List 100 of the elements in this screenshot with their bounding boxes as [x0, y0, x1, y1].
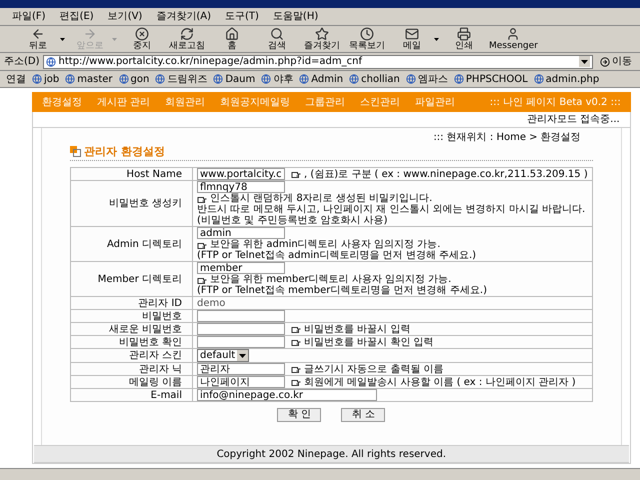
field-note: (FTP or Telnet접속 member디렉토리명을 먼저 변경해 주세요.): [197, 285, 487, 296]
printer-icon: [457, 27, 471, 41]
page-icon: [349, 74, 360, 84]
breadcrumb: ::: 현재위치 : Home > 환경설정: [433, 131, 581, 144]
form-button[interactable]: 확 인: [277, 408, 322, 422]
search-icon: [270, 27, 284, 41]
links-label: 연결: [6, 72, 26, 86]
heading-icon: [70, 146, 81, 157]
field-note: 글쓰기시 자동으로 출력될 이름: [304, 364, 444, 374]
page-icon: [65, 74, 76, 84]
brand-title: ::: 나인 페이지 Beta v0.2 :::: [490, 96, 621, 108]
toolbar-button[interactable]: 뒤로: [18, 27, 65, 51]
menu-item[interactable]: 파일(F): [12, 10, 46, 23]
address-label: 주소(D): [4, 55, 40, 68]
menu-item[interactable]: 즐겨찾기(A): [156, 10, 211, 23]
field-label: 비밀번호 확인: [118, 336, 182, 348]
field-note: 비밀번호를 바꿀시 입력: [304, 324, 410, 334]
mail-icon: [405, 27, 419, 41]
field-note: , (쉼표)로 구분 ( ex : www.ninepage.co.kr,211.53.209.15 ): [304, 168, 588, 180]
toolbar-button[interactable]: 새로고침: [167, 27, 207, 51]
link-item[interactable]: 드림위즈: [155, 72, 208, 86]
page-icon: [406, 74, 416, 84]
link-item[interactable]: chollian: [349, 72, 400, 86]
dropdown-arrow-icon: [581, 60, 588, 64]
skin-select[interactable]: default: [197, 349, 250, 362]
input-field[interactable]: [197, 336, 285, 348]
link-item[interactable]: admin.php: [534, 72, 600, 86]
toolbar-button[interactable]: 인쇄: [444, 27, 484, 51]
field-value: demo: [197, 298, 226, 308]
link-item[interactable]: 엠파스: [406, 72, 448, 86]
page-icon: [261, 74, 272, 84]
toolbar-button[interactable]: 즐겨찾기: [302, 27, 342, 51]
login-status: 관리자모드 접속중...: [527, 113, 620, 126]
field-label: 비밀번호: [142, 310, 182, 322]
clock-icon: [360, 27, 374, 41]
dropdown-arrow-icon: [239, 354, 246, 358]
input-field[interactable]: info@ninepage.co.kr: [197, 389, 377, 401]
dropdown-arrow-icon: [112, 38, 117, 40]
toolbar-button[interactable]: Messenger: [489, 27, 538, 51]
copyright-text: Copyright 2002 Ninepage. All rights reserved.: [216, 448, 446, 460]
person-icon: [506, 27, 520, 41]
input-field[interactable]: 나인페이지: [197, 376, 285, 388]
field-label: Admin 디렉토리: [106, 238, 182, 250]
input-field[interactable]: flmnqy78: [197, 181, 285, 193]
field-note: 비밀번호를 바꿀시 확인 입력: [304, 336, 434, 348]
menu-item[interactable]: 보기(V): [108, 10, 142, 23]
field-label: Member 디렉토리: [98, 274, 182, 284]
menu-item[interactable]: 편집(E): [60, 10, 94, 23]
input-field[interactable]: member: [197, 262, 285, 274]
toolbar-button[interactable]: 검색: [257, 27, 297, 51]
toolbar-button[interactable]: 홈: [212, 27, 252, 51]
field-note: 인스톨시 랜덤하게 8자리로 생성된 비밀키입니다.: [210, 193, 432, 204]
refresh-icon: [180, 27, 194, 41]
link-item[interactable]: PHPSCHOOL: [454, 72, 528, 86]
page-icon: [213, 74, 224, 84]
field-label: Host Name: [126, 168, 182, 180]
field-label: 메일링 이름: [128, 376, 182, 388]
input-field[interactable]: 관리자: [197, 363, 285, 375]
menu-item[interactable]: 도움말(H): [272, 10, 318, 23]
star-icon: [315, 27, 329, 41]
input-field[interactable]: [197, 310, 285, 322]
toolbar-button[interactable]: 목록보기: [347, 27, 387, 51]
input-field[interactable]: admin: [197, 227, 285, 239]
link-item[interactable]: Admin: [299, 72, 344, 86]
section-heading: 관리자 환경설정: [84, 145, 165, 158]
field-note: (비밀번호 및 주민등록번호 암호화시 사용): [197, 215, 388, 226]
field-label: 새로운 비밀번호: [108, 324, 182, 334]
link-item[interactable]: 야후: [261, 72, 294, 86]
field-label: 비밀번호 생성키: [108, 198, 182, 209]
dropdown-arrow-icon: [434, 38, 439, 40]
toolbar-button[interactable]: 중지: [122, 27, 162, 51]
dropdown-arrow-icon: [60, 38, 65, 40]
page-icon: [299, 74, 310, 84]
link-item[interactable]: Daum: [213, 72, 256, 86]
address-field[interactable]: http://www.portalcity.co.kr/ninepage/admin.php?id=adm_cnf: [42, 54, 593, 68]
field-note: 보안을 위한 member디렉토리 사용자 임의지정 가능.: [210, 274, 452, 285]
stop-icon: [135, 27, 149, 41]
menu-item[interactable]: 도구(T): [225, 10, 259, 23]
field-note: 반드시 따로 메모해 두시고, 나인페이지 재 인스톨시 외에는 변경하지 마시길 바랍니다.: [197, 204, 586, 215]
page-icon: [534, 74, 544, 84]
field-label: 관리자 ID: [138, 298, 182, 308]
field-note: 회원에게 메일발송시 사용할 이름 ( ex : 나인페이지 관리자 ): [304, 376, 576, 388]
input-field[interactable]: [197, 323, 285, 335]
go-button[interactable]: 이동: [596, 55, 636, 68]
home-icon: [225, 27, 239, 41]
page-icon: [32, 74, 42, 84]
field-label: 관리자 스킨: [128, 350, 182, 361]
field-note: 보안을 위한 admin디렉토리 사용자 임의지정 가능.: [210, 239, 440, 250]
field-label: 관리자 닉: [138, 364, 182, 374]
link-item[interactable]: master: [65, 72, 113, 86]
page-icon: [155, 74, 166, 84]
link-item[interactable]: gon: [118, 72, 150, 86]
page-icon: [46, 56, 56, 66]
field-label: E-mail: [150, 390, 182, 400]
form-button[interactable]: 취 소: [341, 408, 386, 422]
input-field[interactable]: www.portalcity.c: [197, 168, 285, 180]
page-icon: [454, 74, 464, 84]
link-item[interactable]: job: [32, 72, 60, 86]
page-icon: [118, 74, 129, 84]
toolbar-button[interactable]: 메일: [392, 27, 439, 51]
